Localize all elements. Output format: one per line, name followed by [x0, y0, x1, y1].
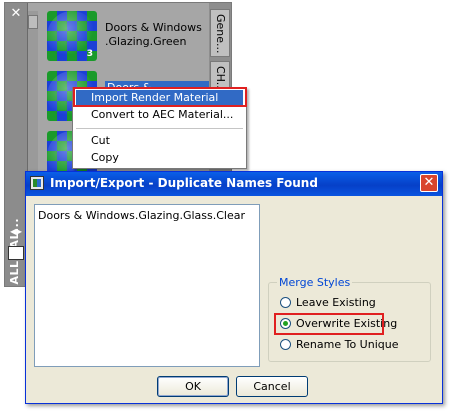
list-item[interactable]: Doors & Windows.Glazing.Glass.Clear	[38, 209, 245, 222]
menu-separator	[76, 128, 243, 129]
dialog-app-icon	[30, 176, 44, 190]
palette-properties-icon[interactable]	[8, 246, 24, 260]
duplicate-names-dialog: Import/Export - Duplicate Names Found ✕ …	[25, 171, 443, 404]
tool-label: Doors & Windows .Glazing.Green	[105, 21, 202, 48]
palette-close-icon[interactable]: ✕	[9, 7, 23, 21]
radio-button[interactable]	[280, 297, 291, 308]
radio-label: Rename To Unique	[296, 338, 399, 351]
tab-general[interactable]: Gene...	[210, 9, 230, 57]
merge-styles-label: Merge Styles	[277, 276, 353, 289]
material-thumbnail: 3	[47, 11, 97, 61]
dialog-close-icon[interactable]: ✕	[420, 174, 438, 192]
annotation-highlight-box	[274, 313, 384, 335]
dialog-title: Import/Export - Duplicate Names Found	[50, 176, 318, 190]
tool-badge: 3	[86, 49, 93, 59]
tool-item[interactable]: 3 Doors & Windows .Glazing.Green	[47, 11, 207, 63]
annotation-highlight-box	[73, 87, 247, 107]
menu-item-convert-to-aec-material[interactable]: Convert to AEC Material...	[76, 107, 243, 123]
cancel-button[interactable]: Cancel	[236, 376, 308, 397]
menu-item-copy[interactable]: Copy	[76, 150, 243, 166]
dialog-titlebar[interactable]: Import/Export - Duplicate Names Found ✕	[26, 172, 442, 196]
palette-autohide-icon[interactable]: ◂▸	[8, 223, 24, 239]
ok-button[interactable]: OK	[157, 376, 229, 397]
duplicate-names-list[interactable]: Doors & Windows.Glazing.Glass.Clear	[34, 204, 260, 367]
tab-general-label: Gene...	[214, 14, 227, 54]
menu-item-cut[interactable]: Cut	[76, 133, 243, 149]
radio-button[interactable]	[280, 339, 291, 350]
palette-scroll-thumb[interactable]	[28, 15, 38, 29]
radio-label: Leave Existing	[296, 296, 376, 309]
